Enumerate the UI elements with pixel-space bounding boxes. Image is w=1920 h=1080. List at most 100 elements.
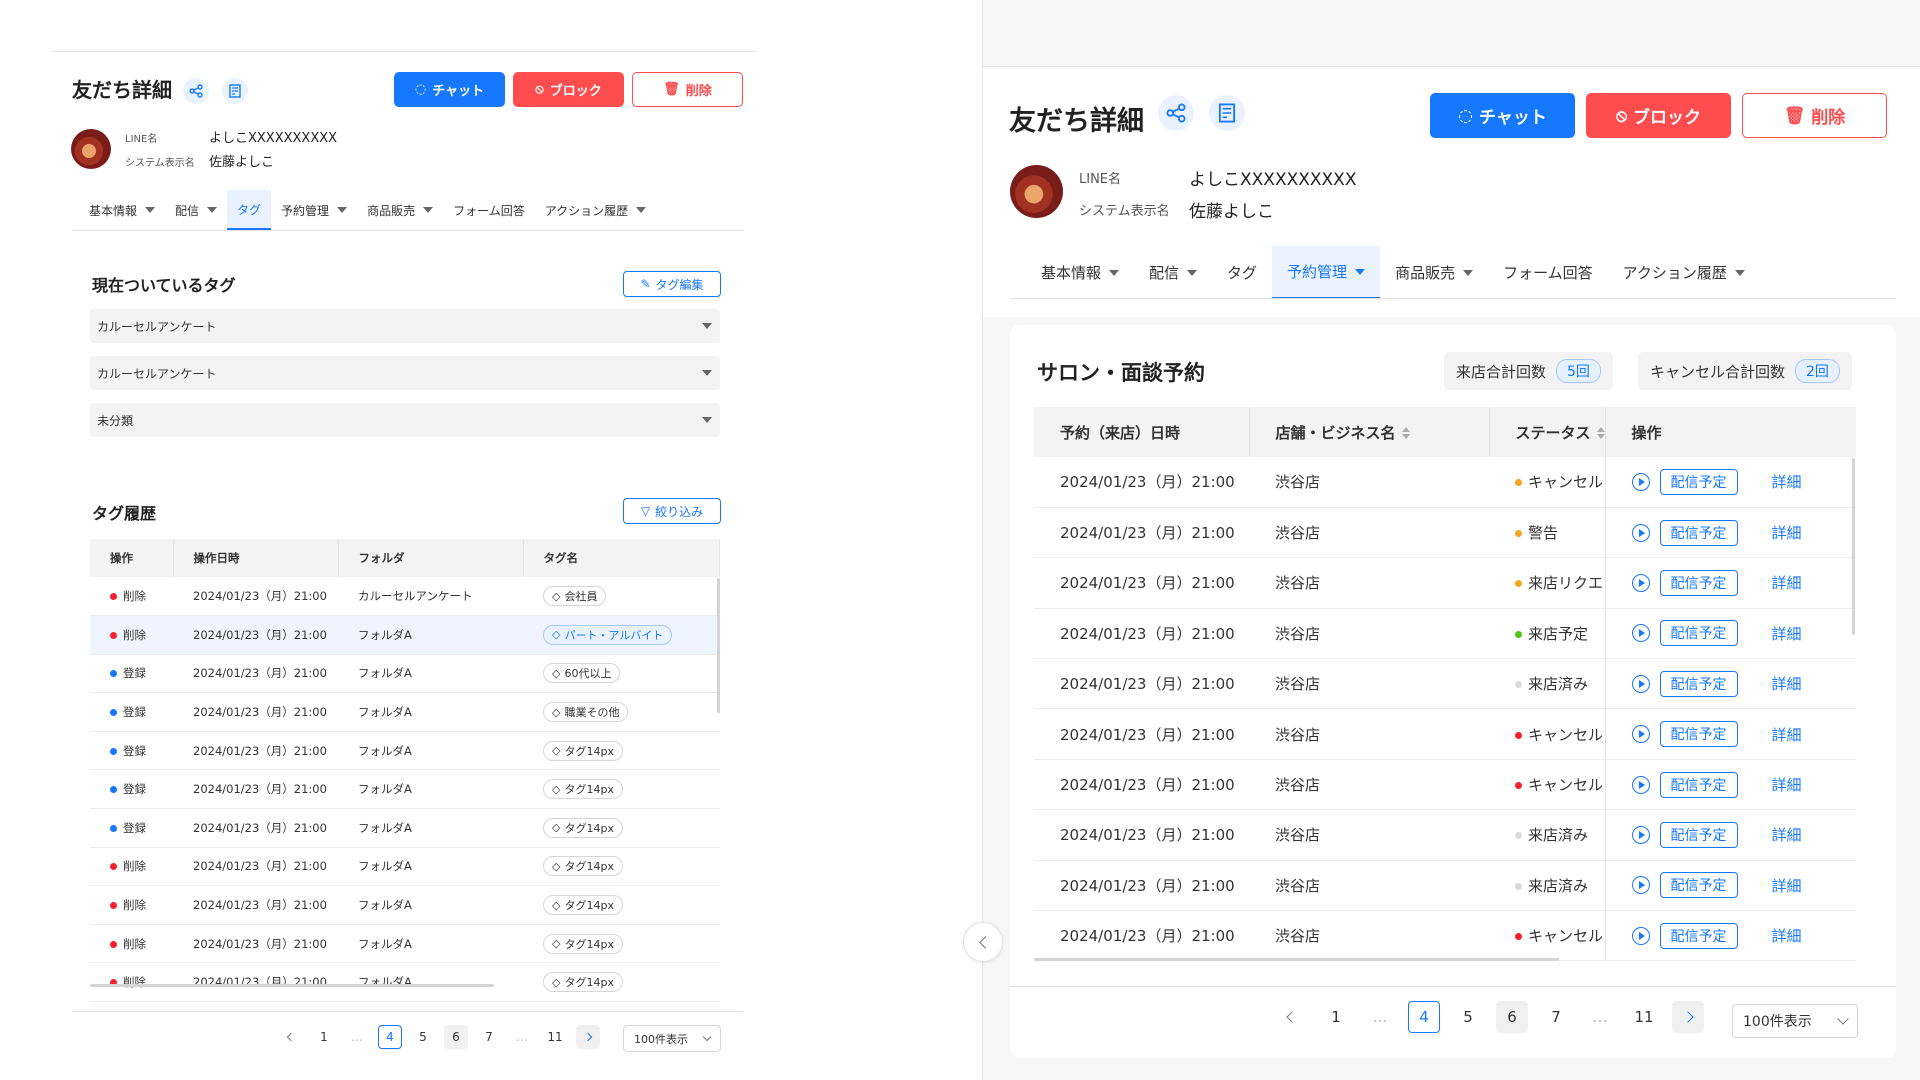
table-row[interactable]: 2024/01/23（月）21:00 渋谷店 来店済み 配信予定 詳細 bbox=[1034, 860, 1856, 912]
tag-select[interactable]: 未分類 bbox=[90, 403, 720, 437]
table-row[interactable]: 削除 2024/01/23（月）21:00 フォルダA ◇ タグ14px bbox=[90, 962, 720, 1003]
chat-button[interactable]: ◌ チャット bbox=[394, 72, 505, 107]
detail-link[interactable]: 詳細 bbox=[1772, 473, 1802, 491]
detail-link[interactable]: 詳細 bbox=[1772, 574, 1802, 592]
page-1[interactable]: 1 bbox=[1320, 1001, 1352, 1033]
schedule-button[interactable]: 配信予定 bbox=[1659, 620, 1738, 647]
play-icon[interactable] bbox=[1631, 624, 1650, 643]
tab-2[interactable]: タグ bbox=[1212, 246, 1272, 299]
tag-select[interactable]: カルーセルアンケート bbox=[90, 309, 720, 343]
table-row[interactable]: 2024/01/23（月）21:00 渋谷店 来店予定 配信予定 詳細 bbox=[1034, 608, 1856, 660]
tab-4[interactable]: 商品販売 bbox=[357, 190, 443, 230]
page-5[interactable]: 5 bbox=[411, 1025, 435, 1049]
detail-link[interactable]: 詳細 bbox=[1772, 675, 1802, 693]
tag-chip[interactable]: ◇ タグ14px bbox=[543, 740, 623, 761]
play-icon[interactable] bbox=[1631, 472, 1650, 491]
detail-link[interactable]: 詳細 bbox=[1772, 877, 1802, 895]
table-row[interactable]: 2024/01/23（月）21:00 渋谷店 来店済み 配信予定 詳細 bbox=[1034, 658, 1856, 710]
play-icon[interactable] bbox=[1631, 926, 1650, 945]
page-11[interactable]: 11 bbox=[543, 1025, 567, 1049]
tab-6[interactable]: アクション履歴 bbox=[535, 190, 656, 230]
table-row[interactable]: 削除 2024/01/23（月）21:00 フォルダA ◇ タグ14px bbox=[90, 924, 720, 964]
sort-icon[interactable] bbox=[1401, 427, 1410, 439]
filter-button[interactable]: ▽ 絞り込み bbox=[623, 498, 721, 524]
schedule-button[interactable]: 配信予定 bbox=[1659, 721, 1738, 748]
column-header[interactable]: ステータス bbox=[1489, 407, 1606, 457]
table-row[interactable]: 登録 2024/01/23（月）21:00 フォルダA ◇ タグ14px bbox=[90, 731, 720, 771]
table-row[interactable]: 削除 2024/01/23（月）21:00 フォルダA ◇ タグ14px bbox=[90, 847, 720, 887]
block-button[interactable]: ⦸ ブロック bbox=[513, 72, 624, 107]
tag-chip[interactable]: ◇ パート・アルバイト bbox=[543, 624, 673, 645]
page-1[interactable]: 1 bbox=[312, 1025, 336, 1049]
table-row[interactable]: 削除 2024/01/23（月）21:00 フォルダA ◇ タグ14px bbox=[90, 885, 720, 925]
page-5[interactable]: 5 bbox=[1452, 1001, 1484, 1033]
sort-icon[interactable] bbox=[1596, 427, 1605, 439]
table-row[interactable]: 2024/01/23（月）21:00 渋谷店 キャンセル 配信予定 詳細 bbox=[1034, 457, 1856, 508]
page-6[interactable]: 6 bbox=[1496, 1001, 1528, 1033]
tag-chip[interactable]: ◇ タグ14px bbox=[543, 972, 623, 993]
page-6[interactable]: 6 bbox=[444, 1025, 468, 1049]
memo-icon[interactable] bbox=[1209, 95, 1245, 131]
tab-4[interactable]: 商品販売 bbox=[1380, 246, 1488, 299]
page-11[interactable]: 11 bbox=[1628, 1001, 1660, 1033]
collapse-panel-button[interactable] bbox=[963, 922, 1003, 962]
tab-5[interactable]: フォーム回答 bbox=[443, 190, 535, 230]
column-header[interactable]: 店舗・ビジネス名 bbox=[1249, 407, 1490, 457]
detail-link[interactable]: 詳細 bbox=[1772, 625, 1802, 643]
table-row[interactable]: 削除 2024/01/23（月）21:00 カルーセルアンケート ◇ 会社員 bbox=[90, 577, 720, 617]
table-row[interactable]: 2024/01/23（月）21:00 渋谷店 来店リクエ 配信予定 詳細 bbox=[1034, 557, 1856, 609]
schedule-button[interactable]: 配信予定 bbox=[1659, 821, 1738, 848]
table-row[interactable]: 2024/01/23（月）21:00 渋谷店 キャンセル 配信予定 詳細 bbox=[1034, 910, 1856, 962]
scrollbar[interactable] bbox=[90, 984, 494, 987]
schedule-button[interactable]: 配信予定 bbox=[1659, 922, 1738, 949]
delete-button[interactable]: 🗑 削除 bbox=[1742, 93, 1887, 138]
tag-chip[interactable]: ◇ 60代以上 bbox=[543, 663, 621, 684]
table-row[interactable]: 登録 2024/01/23（月）21:00 フォルダA ◇ タグ14px bbox=[90, 808, 720, 848]
schedule-button[interactable]: 配信予定 bbox=[1659, 569, 1738, 596]
tab-1[interactable]: 配信 bbox=[165, 190, 227, 230]
tab-3[interactable]: 予約管理 bbox=[271, 190, 357, 230]
per-page-select[interactable]: 100件表示 bbox=[1732, 1004, 1858, 1038]
tab-0[interactable]: 基本情報 bbox=[79, 190, 165, 230]
delete-button[interactable]: 🗑 削除 bbox=[632, 72, 743, 107]
tag-chip[interactable]: ◇ 職業その他 bbox=[543, 702, 629, 723]
tab-0[interactable]: 基本情報 bbox=[1026, 246, 1134, 299]
tag-chip[interactable]: ◇ 会社員 bbox=[543, 586, 607, 607]
schedule-button[interactable]: 配信予定 bbox=[1659, 468, 1738, 495]
tab-1[interactable]: 配信 bbox=[1134, 246, 1212, 299]
tag-chip[interactable]: ◇ タグ14px bbox=[543, 779, 623, 800]
schedule-button[interactable]: 配信予定 bbox=[1659, 872, 1738, 899]
detail-link[interactable]: 詳細 bbox=[1772, 826, 1802, 844]
table-row[interactable]: 削除 2024/01/23（月）21:00 フォルダA ◇ パート・アルバイト bbox=[90, 615, 720, 655]
play-icon[interactable] bbox=[1631, 725, 1650, 744]
detail-link[interactable]: 詳細 bbox=[1772, 524, 1802, 542]
tag-chip[interactable]: ◇ タグ14px bbox=[543, 933, 623, 954]
page-4[interactable]: 4 bbox=[378, 1025, 402, 1049]
play-icon[interactable] bbox=[1631, 573, 1650, 592]
per-page-select[interactable]: 100件表示 bbox=[623, 1025, 721, 1052]
tag-chip[interactable]: ◇ タグ14px bbox=[543, 856, 623, 877]
prev-page-button[interactable] bbox=[1276, 1001, 1308, 1033]
detail-link[interactable]: 詳細 bbox=[1772, 927, 1802, 945]
table-row[interactable]: 登録 2024/01/23（月）21:00 フォルダA ◇ 職業その他 bbox=[90, 692, 720, 732]
table-row[interactable]: 2024/01/23（月）21:00 渋谷店 キャンセル 配信予定 詳細 bbox=[1034, 759, 1856, 811]
tab-6[interactable]: アクション履歴 bbox=[1608, 246, 1760, 299]
table-row[interactable]: 登録 2024/01/23（月）21:00 フォルダA ◇ タグ14px bbox=[90, 769, 720, 810]
page-7[interactable]: 7 bbox=[1540, 1001, 1572, 1033]
play-icon[interactable] bbox=[1631, 825, 1650, 844]
memo-icon[interactable] bbox=[222, 78, 248, 104]
tab-2[interactable]: タグ bbox=[227, 190, 272, 230]
scrollbar[interactable] bbox=[1034, 958, 1559, 961]
detail-link[interactable]: 詳細 bbox=[1772, 726, 1802, 744]
play-icon[interactable] bbox=[1631, 523, 1650, 542]
table-row[interactable]: 2024/01/23（月）21:00 渋谷店 来店済み 配信予定 詳細 bbox=[1034, 809, 1856, 861]
play-icon[interactable] bbox=[1631, 775, 1650, 794]
schedule-button[interactable]: 配信予定 bbox=[1659, 519, 1738, 546]
page-4[interactable]: 4 bbox=[1408, 1001, 1440, 1033]
schedule-button[interactable]: 配信予定 bbox=[1659, 771, 1738, 798]
scrollbar[interactable] bbox=[1852, 458, 1855, 635]
tag-edit-button[interactable]: ✎ タグ編集 bbox=[623, 271, 721, 297]
next-page-button[interactable] bbox=[1672, 1001, 1704, 1033]
schedule-button[interactable]: 配信予定 bbox=[1659, 670, 1738, 697]
play-icon[interactable] bbox=[1631, 674, 1650, 693]
